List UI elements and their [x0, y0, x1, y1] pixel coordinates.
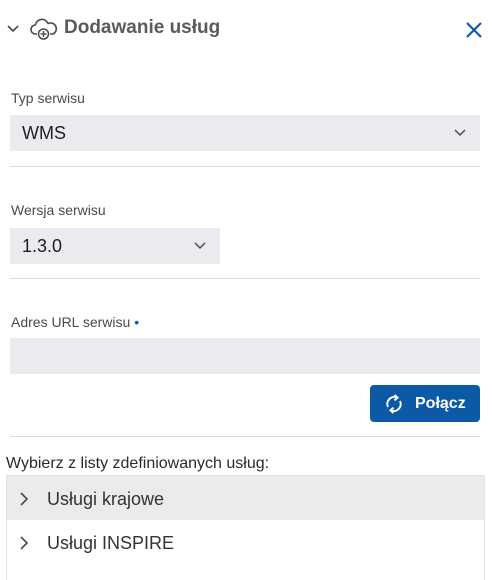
list-item-label: Usługi krajowe: [47, 489, 165, 509]
predefined-services-list: Usługi krajowe Usługi INSPIRE: [6, 475, 485, 580]
list-item-inspire-services[interactable]: Usługi INSPIRE: [7, 520, 484, 564]
connect-button[interactable]: Połącz: [370, 385, 480, 422]
connect-button-label: Połącz: [415, 395, 466, 412]
service-type-select[interactable]: WMS: [10, 115, 480, 151]
list-item-national-services[interactable]: Usługi krajowe: [7, 476, 484, 520]
required-marker: •: [134, 314, 140, 330]
predefined-services-title: Wybierz z listy zdefiniowanych usług:: [6, 455, 270, 472]
refresh-icon: [386, 394, 402, 414]
service-url-label-text: Adres URL serwisu: [11, 314, 131, 330]
chevron-down-icon[interactable]: [6, 23, 20, 35]
cloud-add-icon: [30, 18, 58, 40]
list-item-label: Usługi INSPIRE: [47, 533, 175, 553]
service-type-value: WMS: [22, 123, 66, 143]
divider: [10, 166, 480, 167]
service-version-select[interactable]: 1.3.0: [10, 228, 220, 264]
close-icon[interactable]: [462, 18, 486, 42]
chevron-down-icon: [454, 129, 466, 137]
divider: [10, 278, 480, 279]
divider: [10, 436, 480, 437]
panel-title: Dodawanie usług: [64, 17, 221, 38]
service-type-label: Typ serwisu: [11, 90, 85, 106]
chevron-right-icon: [20, 492, 29, 506]
service-url-label: Adres URL serwisu •: [11, 313, 139, 331]
service-version-value: 1.3.0: [22, 236, 63, 256]
chevron-down-icon: [194, 242, 206, 250]
service-url-input[interactable]: [10, 338, 480, 374]
chevron-right-icon: [20, 536, 29, 550]
service-version-label: Wersja serwisu: [11, 202, 106, 218]
panel-header: Dodawanie usług: [0, 0, 492, 62]
